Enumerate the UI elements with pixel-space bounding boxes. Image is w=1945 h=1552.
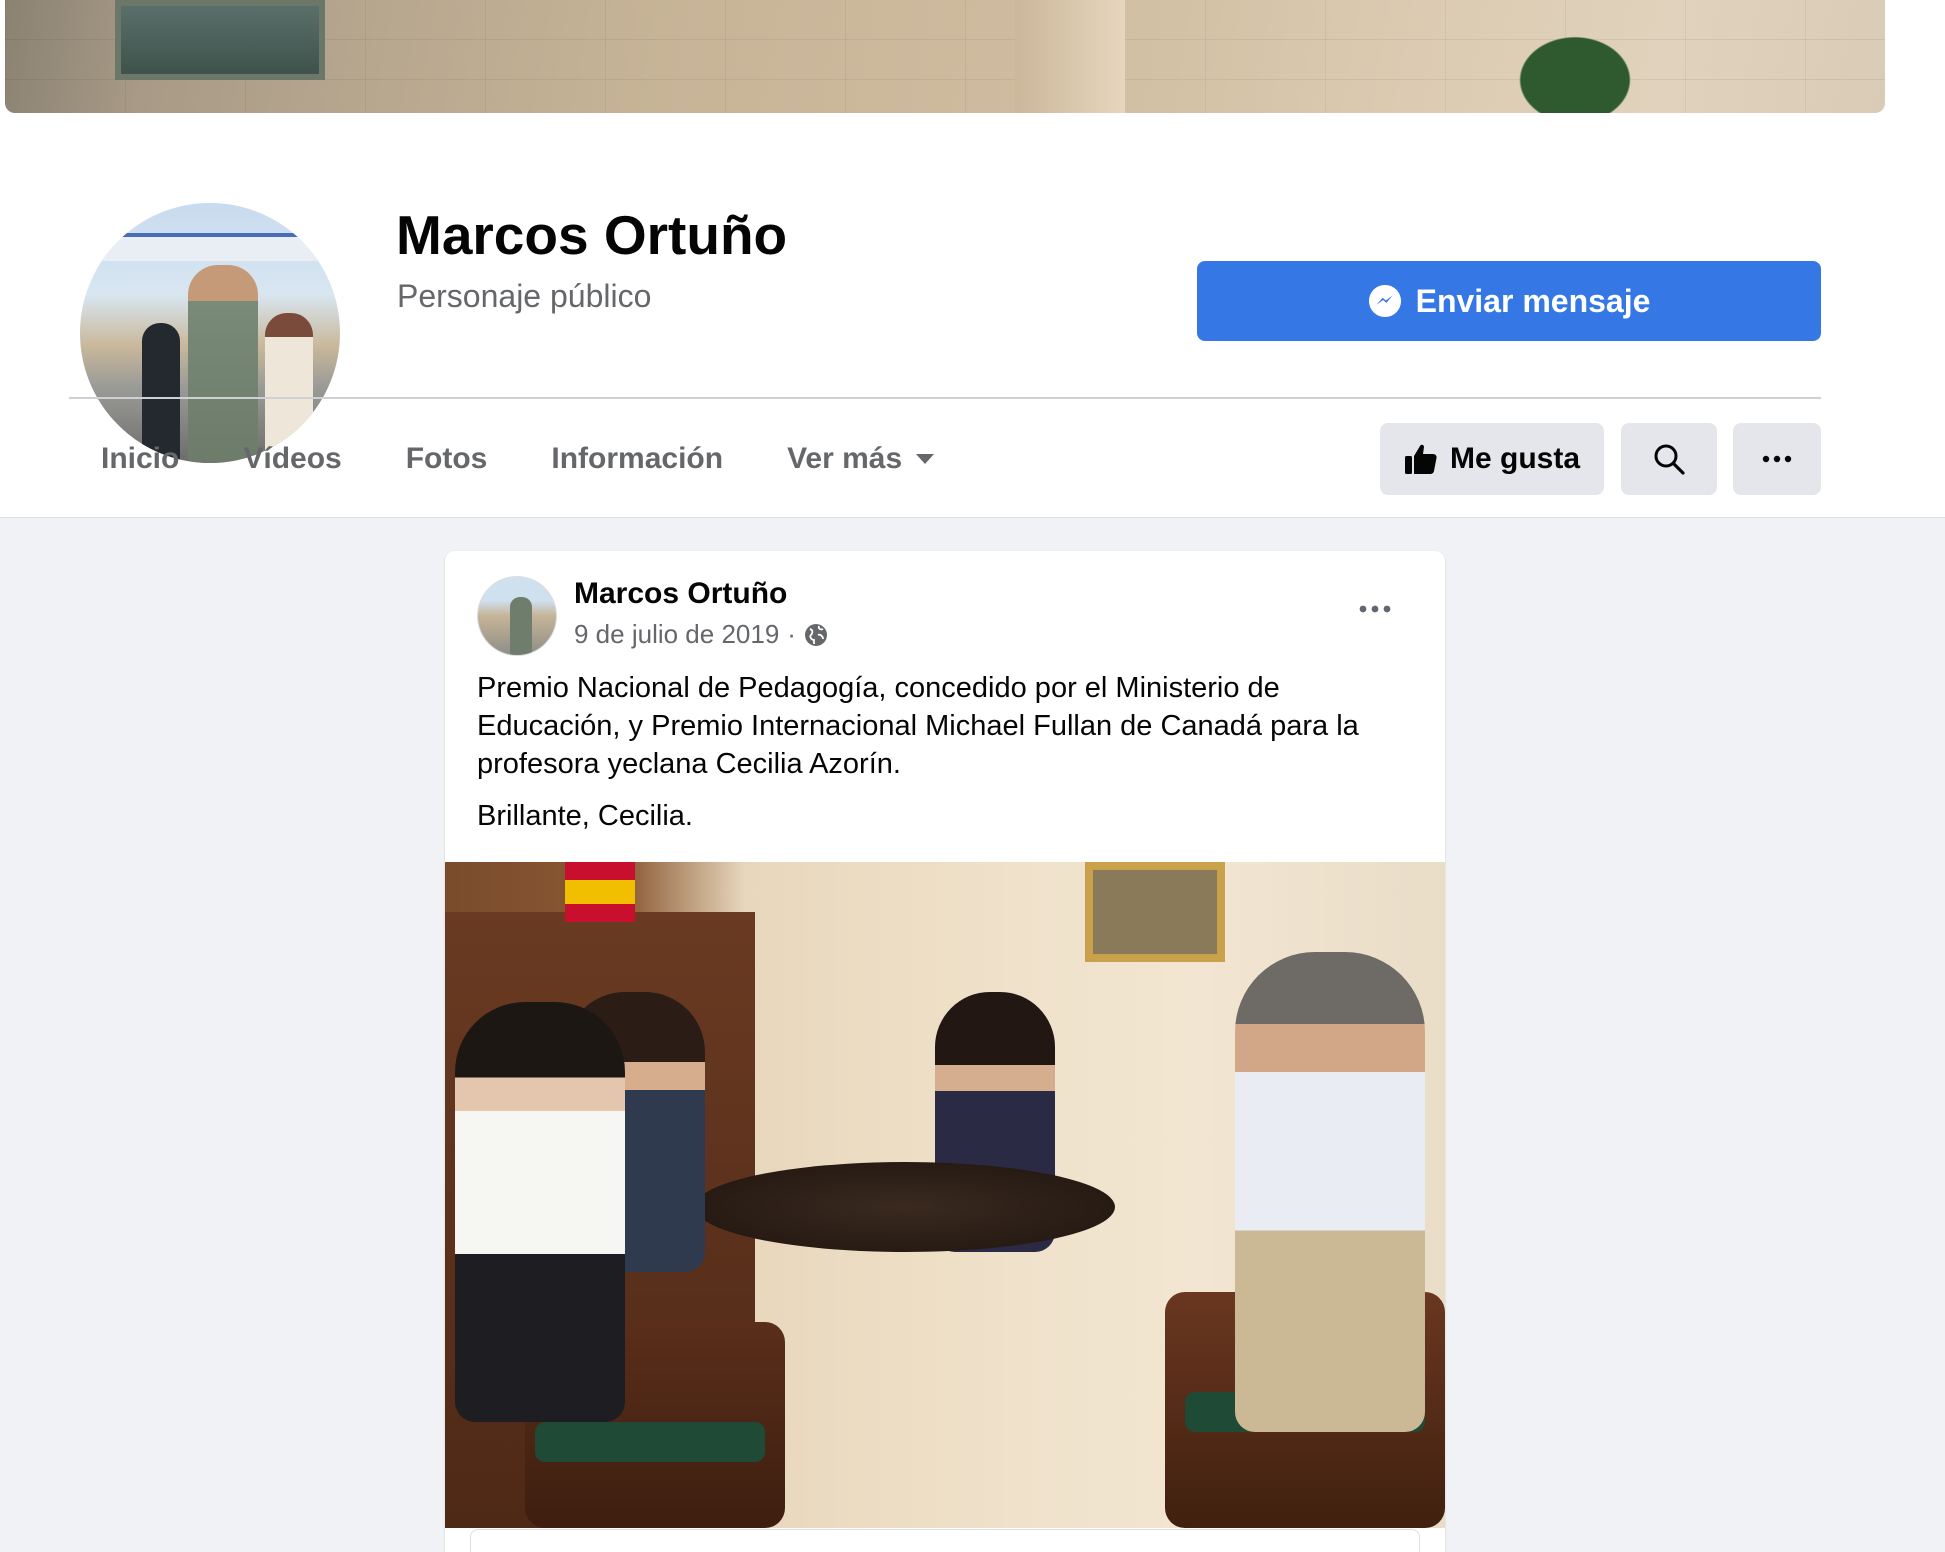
cover-photo-window (115, 0, 325, 80)
profile-header: Marcos Ortuño Personaje público Enviar m… (0, 113, 1945, 518)
post-paragraph: Brillante, Cecilia. (477, 800, 693, 832)
post-paragraph: Premio Nacional de Pedagogía, concedido … (477, 672, 1359, 780)
post-photo[interactable] (445, 862, 1445, 1528)
post-author-avatar[interactable] (477, 576, 557, 656)
page-title: Marcos Ortuño (396, 204, 788, 266)
avatar-bridge (80, 233, 340, 261)
post-meta: 9 de julio de 2019 · (574, 619, 828, 650)
post-date[interactable]: 9 de julio de 2019 (574, 619, 779, 650)
photo-person (455, 1002, 625, 1422)
tab-label: Ver más (787, 442, 903, 475)
search-icon (1654, 444, 1685, 475)
tab-videos[interactable]: Vídeos (211, 442, 373, 476)
tab-fotos[interactable]: Fotos (374, 442, 520, 476)
globe-icon (804, 623, 827, 646)
cover-photo[interactable] (5, 0, 1885, 113)
page-tabs: Inicio Vídeos Fotos Información Ver más (69, 403, 966, 515)
tab-label: Fotos (405, 442, 488, 475)
post-author-name[interactable]: Marcos Ortuño (574, 577, 787, 611)
send-message-button[interactable]: Enviar mensaje (1197, 261, 1821, 341)
meta-separator: · (787, 619, 796, 649)
caret-down-icon (916, 454, 935, 464)
post-card: Marcos Ortuño 9 de julio de 2019 · Premi… (445, 551, 1445, 1552)
page-category: Personaje público (397, 278, 652, 314)
tab-label: Inicio (101, 442, 180, 475)
tab-inicio[interactable]: Inicio (69, 442, 211, 476)
cover-photo-area (0, 0, 1945, 113)
photo-table (695, 1162, 1115, 1252)
more-horizontal-icon (1762, 455, 1792, 463)
photo-chair-seat (535, 1422, 765, 1462)
post-text: Premio Nacional de Pedagogía, concedido … (477, 669, 1417, 835)
search-button[interactable] (1621, 423, 1717, 495)
avatar-figure (510, 597, 532, 655)
more-options-button[interactable] (1733, 423, 1821, 495)
thumbs-up-icon (1404, 444, 1437, 474)
photo-flag (565, 862, 635, 922)
post-footer-edge (470, 1529, 1420, 1552)
tab-ver-mas[interactable]: Ver más (755, 442, 966, 476)
tab-label: Información (551, 442, 724, 475)
cover-photo-tower (1015, 0, 1125, 113)
tab-label: Vídeos (243, 442, 342, 475)
like-page-button[interactable]: Me gusta (1380, 423, 1604, 495)
messenger-icon (1368, 284, 1401, 318)
post-options-button[interactable] (1350, 591, 1400, 627)
photo-painting (1085, 862, 1225, 962)
photo-person (1235, 952, 1425, 1432)
header-divider (69, 397, 1821, 399)
send-message-label: Enviar mensaje (1415, 282, 1651, 319)
like-label: Me gusta (1449, 442, 1581, 475)
tab-informacion[interactable]: Información (519, 442, 755, 476)
more-horizontal-icon (1359, 605, 1391, 613)
